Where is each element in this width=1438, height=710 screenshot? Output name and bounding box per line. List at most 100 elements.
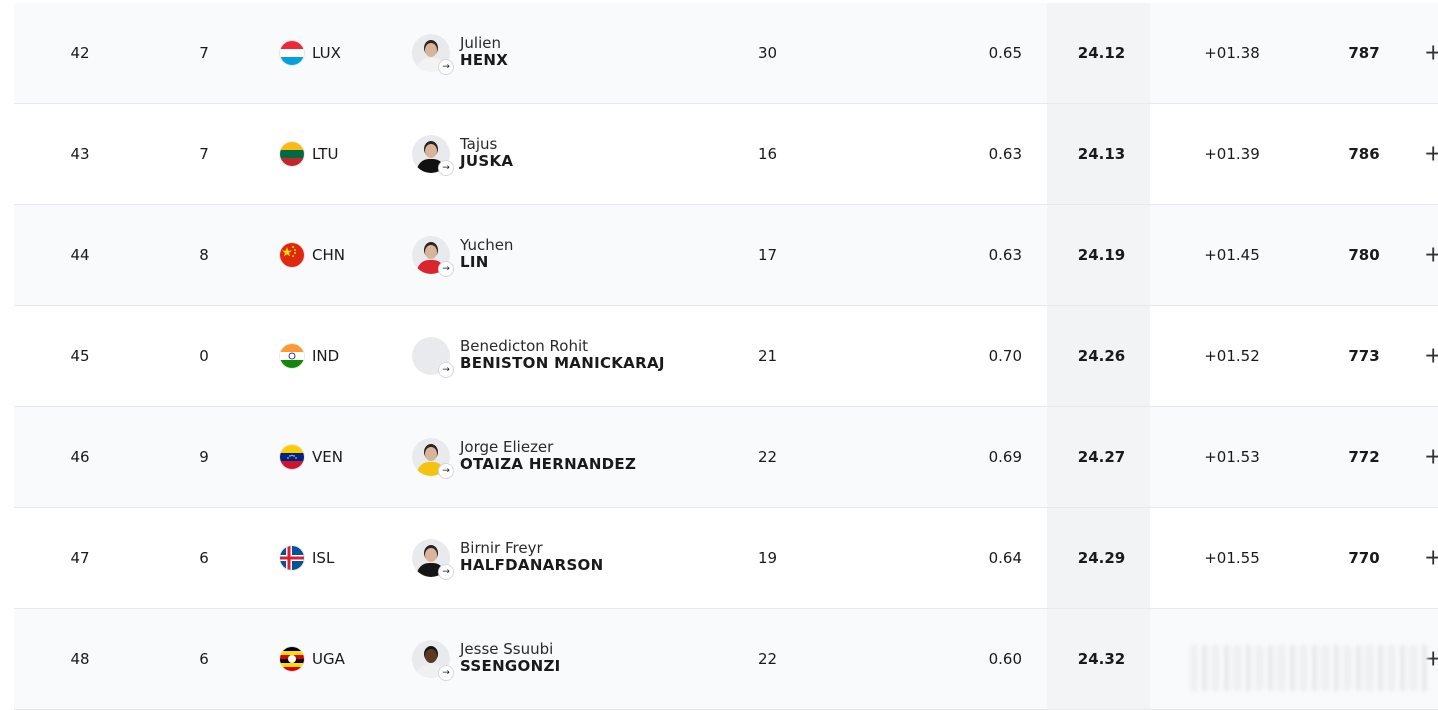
country-code: UGA [312, 650, 345, 668]
heat-cell: 8 [199, 246, 209, 264]
points-cell: 773 [1348, 347, 1380, 365]
time-cell: 24.32 [1077, 650, 1126, 668]
athlete-name[interactable]: Tajus JUSKA [460, 136, 513, 170]
points-cell: 780 [1348, 246, 1380, 264]
athlete-name[interactable]: Julien HENX [460, 35, 508, 69]
age-cell: 19 [758, 549, 778, 567]
reaction-time-cell: 0.63 [988, 246, 1022, 264]
heat-cell: 7 [199, 44, 209, 62]
arrow-right-icon[interactable]: → [438, 261, 454, 277]
reaction-time-cell: 0.63 [988, 145, 1022, 163]
heat-cell: 9 [199, 448, 209, 466]
rank-cell: 47 [70, 549, 90, 567]
plus-icon[interactable]: + [1424, 546, 1438, 571]
time-behind-cell: +01.45 [1204, 246, 1260, 264]
heat-cell: 6 [199, 549, 209, 567]
rank-cell: 44 [70, 246, 90, 264]
heat-cell: 0 [199, 347, 209, 365]
arrow-right-icon[interactable]: → [438, 665, 454, 681]
flag-lux-icon [280, 41, 304, 65]
athlete-first-name: Birnir Freyr [460, 539, 543, 557]
plus-icon[interactable]: + [1424, 142, 1438, 167]
arrow-right-icon[interactable]: → [438, 564, 454, 580]
age-cell: 21 [758, 347, 778, 365]
flag-uga-icon [280, 647, 304, 671]
reaction-time-cell: 0.60 [988, 650, 1022, 668]
athlete-last-name: OTAIZA HERNANDEZ [460, 455, 637, 473]
time-behind-cell: +01.39 [1204, 145, 1260, 163]
athlete-name[interactable]: Jesse Ssuubi SSENGONZI [460, 641, 561, 675]
table-row[interactable]: 47 6 ISL → Birnir Freyr HALFDANARSON 19 … [14, 508, 1438, 609]
athlete-first-name: Tajus [460, 135, 498, 153]
athlete-name[interactable]: Birnir Freyr HALFDANARSON [460, 540, 603, 574]
athlete-first-name: Julien [460, 34, 502, 52]
country-code: CHN [312, 246, 345, 264]
flag-ven-icon [280, 445, 304, 469]
arrow-right-icon[interactable]: → [438, 362, 454, 378]
athlete-last-name: LIN [460, 253, 489, 271]
points-cell: 770 [1348, 549, 1380, 567]
points-cell: 787 [1348, 44, 1380, 62]
points-cell: 786 [1348, 145, 1380, 163]
blurred-overlay [1190, 645, 1428, 691]
table-row[interactable]: 46 9 VEN → Jorge Eliezer OTAIZA HERNANDE… [14, 407, 1438, 508]
athlete-last-name: BENISTON MANICKARAJ [460, 354, 665, 372]
time-cell: 24.13 [1077, 145, 1126, 163]
results-table: 42 7 LUX → Julien HENX 30 0.65 24.12 +01… [14, 3, 1438, 710]
table-row[interactable]: 45 0 IND → Benedicton Rohit BENISTON MAN… [14, 306, 1438, 407]
arrow-right-icon[interactable]: → [438, 463, 454, 479]
country-code: ISL [312, 549, 335, 567]
country-code: LTU [312, 145, 339, 163]
athlete-last-name: HENX [460, 51, 509, 69]
athlete-name[interactable]: Jorge Eliezer OTAIZA HERNANDEZ [460, 439, 636, 473]
age-cell: 16 [758, 145, 778, 163]
heat-cell: 6 [199, 650, 209, 668]
flag-isl-icon [280, 546, 304, 570]
time-cell: 24.26 [1077, 347, 1126, 365]
flag-ind-icon [280, 344, 304, 368]
athlete-last-name: JUSKA [460, 152, 514, 170]
reaction-time-cell: 0.70 [988, 347, 1022, 365]
flag-chn-icon [280, 243, 304, 267]
country-code: IND [312, 347, 340, 365]
arrow-right-icon[interactable]: → [438, 59, 454, 75]
plus-icon[interactable]: + [1424, 243, 1438, 268]
plus-icon[interactable]: + [1424, 344, 1438, 369]
athlete-last-name: HALFDANARSON [460, 556, 604, 574]
athlete-name[interactable]: Yuchen LIN [460, 237, 513, 271]
athlete-name[interactable]: Benedicton Rohit BENISTON MANICKARAJ [460, 338, 665, 372]
heat-cell: 7 [199, 145, 209, 163]
rank-cell: 48 [70, 650, 90, 668]
arrow-right-icon[interactable]: → [438, 160, 454, 176]
time-behind-cell: +01.55 [1204, 549, 1260, 567]
table-row[interactable]: 44 8 CHN → Yuchen LIN 17 0.63 24.19 +01.… [14, 205, 1438, 306]
athlete-first-name: Yuchen [460, 236, 514, 254]
time-behind-cell: +01.52 [1204, 347, 1260, 365]
reaction-time-cell: 0.65 [988, 44, 1022, 62]
time-cell: 24.29 [1077, 549, 1126, 567]
rank-cell: 46 [70, 448, 90, 466]
country-code: VEN [312, 448, 343, 466]
country-code: LUX [312, 44, 341, 62]
flag-ltu-icon [280, 142, 304, 166]
athlete-first-name: Jesse Ssuubi [460, 640, 554, 658]
plus-icon[interactable]: + [1424, 445, 1438, 470]
age-cell: 22 [758, 650, 778, 668]
athlete-first-name: Jorge Eliezer [460, 438, 554, 456]
plus-icon[interactable]: + [1424, 41, 1438, 66]
rank-cell: 45 [70, 347, 90, 365]
table-row[interactable]: 42 7 LUX → Julien HENX 30 0.65 24.12 +01… [14, 3, 1438, 104]
age-cell: 30 [758, 44, 778, 62]
time-cell: 24.19 [1077, 246, 1126, 264]
athlete-last-name: SSENGONZI [460, 657, 561, 675]
rank-cell: 42 [70, 44, 90, 62]
time-cell: 24.27 [1077, 448, 1126, 466]
reaction-time-cell: 0.69 [988, 448, 1022, 466]
points-cell: 772 [1348, 448, 1380, 466]
time-behind-cell: +01.53 [1204, 448, 1260, 466]
rank-cell: 43 [70, 145, 90, 163]
table-row[interactable]: 43 7 LTU → Tajus JUSKA 16 0.63 24.13 +01… [14, 104, 1438, 205]
time-cell: 24.12 [1077, 44, 1126, 62]
time-behind-cell: +01.38 [1204, 44, 1260, 62]
age-cell: 17 [758, 246, 778, 264]
